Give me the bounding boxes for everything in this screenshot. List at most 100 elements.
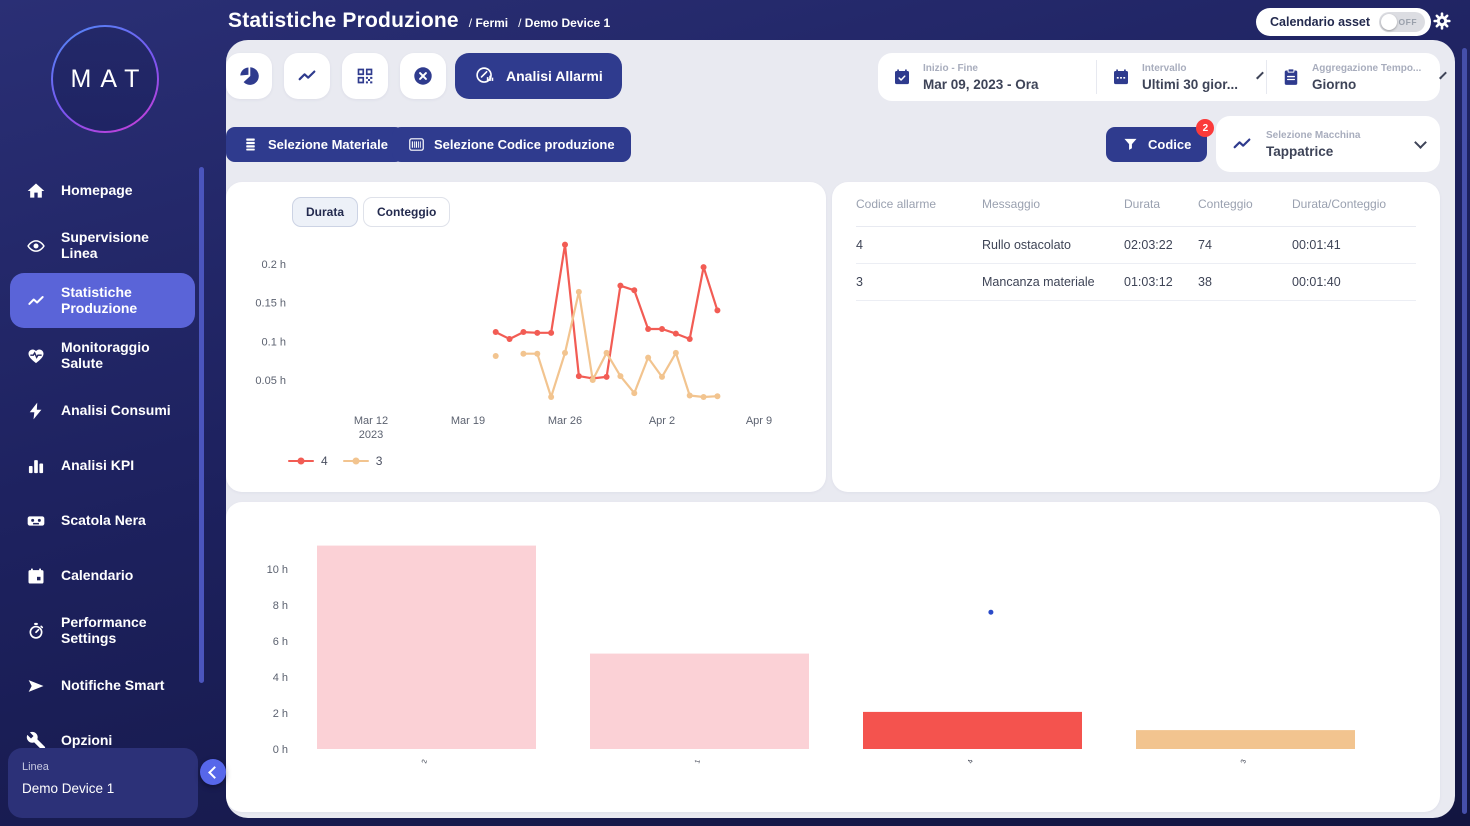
- table-cell: 02:03:22: [1124, 238, 1198, 252]
- filter-funnel-icon: [1122, 136, 1139, 153]
- sidebar-item-label: Calendario: [61, 568, 185, 584]
- device-panel[interactable]: Linea Demo Device 1: [8, 748, 198, 818]
- heart-pulse-icon: [26, 346, 46, 366]
- eye-icon: [26, 236, 46, 256]
- trend-icon: [1231, 133, 1253, 155]
- calendar-days-icon: [1111, 67, 1131, 87]
- legend-label: 3: [376, 454, 383, 468]
- tab-durata[interactable]: Durata: [292, 197, 358, 227]
- chevron-down-icon: [1256, 71, 1264, 79]
- calendario-asset-toggle-pill[interactable]: Calendario asset OFF: [1256, 8, 1431, 36]
- svg-text:2023: 2023: [359, 429, 383, 441]
- alarm-duration-chart-card: Durata Conteggio 0.2 h0.15 h0.1 h0.05 hM…: [226, 182, 826, 492]
- device-panel-label: Linea: [22, 761, 198, 773]
- tab-conteggio[interactable]: Conteggio: [363, 197, 450, 227]
- svg-text:4: 4: [967, 759, 975, 765]
- legend-label: 4: [321, 454, 328, 468]
- sidebar-item-homepage[interactable]: Homepage: [10, 163, 195, 218]
- sidebar-item-supervisione-linea[interactable]: Supervisione Linea: [10, 218, 195, 273]
- column-header: Durata: [1124, 197, 1198, 211]
- sidebar-item-scatola-nera[interactable]: Scatola Nera: [10, 493, 195, 548]
- sidebar-item-label: Opzioni: [61, 733, 185, 749]
- svg-text:0.1 h: 0.1 h: [262, 336, 286, 348]
- alarm-total-duration-chart-card: 0 h2 h4 h6 h8 h10 h2143: [226, 502, 1440, 812]
- date-range-picker[interactable]: Inizio - Fine Mar 09, 2023 - Ora: [878, 60, 1096, 94]
- svg-text:Mar 19: Mar 19: [451, 415, 485, 427]
- table-row: 3Mancanza materiale01:03:123800:01:40: [856, 264, 1416, 301]
- table-cell: 00:01:41: [1292, 238, 1416, 252]
- sidebar-item-label: Analisi KPI: [61, 458, 185, 474]
- bolt-icon: [26, 401, 46, 421]
- app-screen: MAT HomepageSupervisione Linea Statistich…: [0, 0, 1470, 826]
- pie-icon: [238, 65, 260, 87]
- codice-filter-label: Codice: [1148, 137, 1191, 152]
- table-cell: 3: [856, 275, 982, 289]
- interval-select[interactable]: Intervallo Ultimi 30 gior...: [1096, 60, 1266, 94]
- date-range-label: Inizio - Fine: [923, 63, 1039, 74]
- legend-item-3[interactable]: 3: [343, 454, 383, 468]
- column-header: Conteggio: [1198, 197, 1292, 211]
- home-icon: [26, 181, 46, 201]
- interval-value: Ultimi 30 gior...: [1142, 77, 1238, 92]
- table-cell: Mancanza materiale: [982, 275, 1124, 289]
- calendario-asset-switch[interactable]: OFF: [1379, 12, 1425, 32]
- codice-filter-button[interactable]: Codice 2: [1106, 127, 1207, 162]
- svg-text:0.2 h: 0.2 h: [262, 259, 286, 271]
- sidebar-item-analisi-kpi[interactable]: Analisi KPI: [10, 438, 195, 493]
- sidebar-nav: HomepageSupervisione Linea Statistiche Pr…: [0, 163, 205, 768]
- analisi-allarmi-label: Analisi Allarmi: [506, 68, 603, 84]
- svg-text:3: 3: [1240, 759, 1248, 765]
- table-cell: 4: [856, 238, 982, 252]
- line-chart-view-button[interactable]: [284, 53, 330, 99]
- sidebar-item-performance-settings[interactable]: Performance Settings: [10, 603, 195, 658]
- table-cell: 01:03:12: [1124, 275, 1198, 289]
- grid-view-button[interactable]: [342, 53, 388, 99]
- interval-label: Intervallo: [1142, 63, 1238, 74]
- table-row: 4Rullo ostacolato02:03:227400:01:41: [856, 227, 1416, 264]
- svg-text:0.05 h: 0.05 h: [255, 375, 286, 387]
- clear-view-button[interactable]: [400, 53, 446, 99]
- settings-gear-icon[interactable]: [1431, 10, 1453, 32]
- pie-chart-view-button[interactable]: [226, 53, 272, 99]
- sidebar-item-monitoraggio-salute[interactable]: Monitoraggio Salute: [10, 328, 195, 383]
- stopwatch-icon: [26, 621, 46, 641]
- breadcrumb-device: Demo Device 1: [518, 16, 610, 33]
- page-scrollbar[interactable]: [1462, 48, 1467, 814]
- analisi-allarmi-button[interactable]: Analisi Allarmi: [455, 53, 622, 99]
- selezione-materiale-button[interactable]: Selezione Materiale: [226, 127, 404, 162]
- svg-text:0 h: 0 h: [273, 744, 288, 756]
- alarm-table: Codice allarmeMessaggioDurataConteggioDu…: [856, 182, 1416, 301]
- legend-item-4[interactable]: 4: [288, 454, 328, 468]
- sidebar-item-analisi-consumi[interactable]: Analisi Consumi: [10, 383, 195, 438]
- stray-data-point: [988, 610, 993, 615]
- sidebar-item-label: Performance Settings: [61, 615, 185, 646]
- sidebar-collapse-button[interactable]: [200, 759, 226, 785]
- sidebar-scrollbar[interactable]: [199, 167, 204, 683]
- aggregation-select[interactable]: Aggregazione Tempo... Giorno: [1266, 60, 1440, 94]
- bar-code-4: [863, 712, 1082, 749]
- column-header: Codice allarme: [856, 197, 982, 211]
- page-title: Statistiche Produzione: [228, 9, 459, 33]
- sidebar-item-label: Analisi Consumi: [61, 403, 185, 419]
- bar-code-1: [590, 654, 809, 749]
- chevron-down-icon: [1414, 136, 1427, 149]
- bar-code-2: [317, 546, 536, 749]
- svg-text:1: 1: [694, 759, 702, 765]
- sidebar-item-statistiche-produzione[interactable]: Statistiche Produzione: [10, 273, 195, 328]
- sidebar-item-label: Notifiche Smart: [61, 678, 185, 694]
- brand-logo: MAT: [51, 25, 159, 133]
- table-header-row: Codice allarmeMessaggioDurataConteggioDu…: [856, 182, 1416, 227]
- time-filter-panel: Inizio - Fine Mar 09, 2023 - Ora Interva…: [878, 53, 1440, 101]
- sidebar-item-calendario[interactable]: Calendario: [10, 548, 195, 603]
- selezione-codice-produzione-button[interactable]: Selezione Codice produzione: [392, 127, 631, 162]
- svg-text:Apr 9: Apr 9: [746, 415, 772, 427]
- table-cell: 00:01:40: [1292, 275, 1416, 289]
- sidebar-item-notifiche-smart[interactable]: Notifiche Smart: [10, 658, 195, 713]
- selezione-macchina-select[interactable]: Selezione Macchina Tappatrice: [1216, 116, 1440, 172]
- sidebar-item-label: Statistiche Produzione: [61, 285, 185, 316]
- table-cell: 74: [1198, 238, 1292, 252]
- chart-mode-tabs: Durata Conteggio: [292, 197, 450, 227]
- svg-text:2: 2: [421, 759, 429, 765]
- page-header: Statistiche Produzione Fermi Demo Device…: [228, 9, 610, 33]
- calendar-icon: [26, 566, 46, 586]
